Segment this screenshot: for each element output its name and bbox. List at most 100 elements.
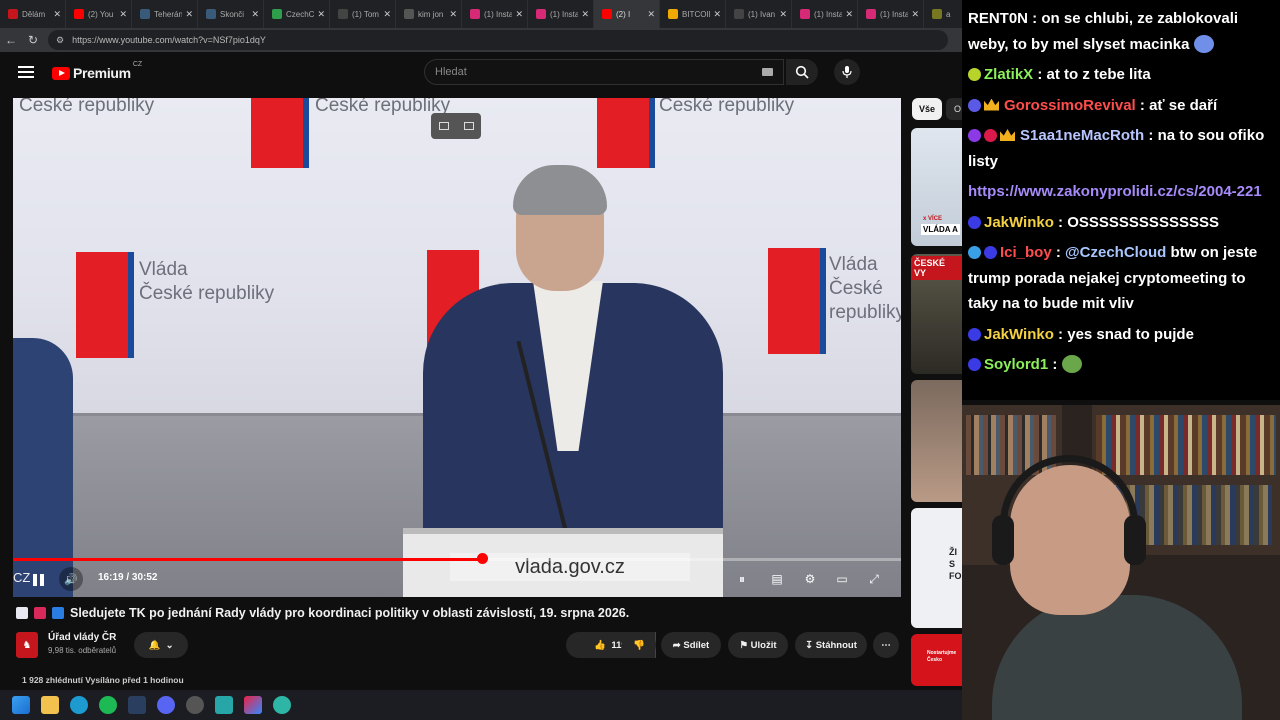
tab-close-icon[interactable]: ✕ bbox=[185, 9, 193, 20]
tab-close-icon[interactable]: ✕ bbox=[383, 9, 391, 20]
theater-mode-icon[interactable]: ▭ bbox=[833, 570, 851, 588]
video-player[interactable]: České republiky České republiky České re… bbox=[13, 98, 901, 597]
browser-tab[interactable]: kim jon ✕ bbox=[396, 0, 462, 28]
menu-icon[interactable] bbox=[18, 66, 34, 78]
browser-tab[interactable]: Dělám ✕ bbox=[0, 0, 66, 28]
tab-close-icon[interactable]: ✕ bbox=[779, 9, 787, 20]
subtitles-icon[interactable]: ▤ bbox=[768, 570, 786, 588]
site-info-icon[interactable]: ⚙ bbox=[56, 35, 64, 46]
tab-close-icon[interactable]: ✕ bbox=[119, 9, 127, 20]
tab-close-icon[interactable]: ✕ bbox=[251, 9, 259, 20]
chat-username[interactable]: JakWinko bbox=[984, 326, 1054, 343]
chat-username[interactable]: Ici_boy bbox=[1000, 244, 1052, 261]
save-button[interactable]: ⚑ Uložit bbox=[728, 632, 788, 658]
windows-start-icon[interactable] bbox=[12, 696, 30, 714]
volume-icon[interactable]: 🔊 bbox=[59, 567, 83, 591]
chat-username[interactable]: ZlatikX bbox=[984, 66, 1033, 83]
keyboard-icon[interactable] bbox=[762, 68, 773, 76]
search-button[interactable] bbox=[786, 59, 818, 85]
tab-favicon-icon bbox=[800, 9, 810, 19]
tab-close-icon[interactable]: ✕ bbox=[845, 9, 853, 20]
related-thumbnail[interactable]: x VÍCE VLÁDA A bbox=[911, 128, 962, 246]
spotify-icon[interactable] bbox=[99, 696, 117, 714]
chat-username[interactable]: GorossimoRevival bbox=[1004, 97, 1136, 114]
browser-tab[interactable]: (1) Tom ✕ bbox=[330, 0, 396, 28]
thumb-text: ČESKÉ VY bbox=[911, 256, 962, 280]
browser-tab[interactable]: BITCOIN✕ bbox=[660, 0, 726, 28]
voice-search-button[interactable] bbox=[834, 59, 860, 85]
tab-close-icon[interactable]: ✕ bbox=[911, 9, 919, 20]
back-icon[interactable]: ← bbox=[0, 33, 22, 47]
chevron-down-icon: ⌄ bbox=[165, 639, 174, 651]
chat-username[interactable]: S1aa1neMacRoth bbox=[1020, 127, 1144, 144]
reload-icon[interactable]: ↻ bbox=[22, 33, 44, 47]
chat-link[interactable]: https://www.zakonyprolidi.cz/cs/2004-221 bbox=[968, 183, 1262, 200]
url-field[interactable]: ⚙ https://www.youtube.com/watch?v=NSf7pi… bbox=[48, 30, 948, 50]
chat-mention[interactable]: @CzechCloud bbox=[1065, 244, 1166, 261]
browser-tab[interactable]: (1) Insta ✕ bbox=[462, 0, 528, 28]
creative-app-icon[interactable] bbox=[244, 696, 262, 714]
youtube-logo[interactable]: Premium CZ bbox=[52, 61, 142, 81]
notepad-icon[interactable] bbox=[215, 696, 233, 714]
tab-title: (1) Insta bbox=[814, 9, 843, 19]
download-button[interactable]: ↧ Stáhnout bbox=[795, 632, 867, 658]
tab-close-icon[interactable]: ✕ bbox=[317, 9, 325, 20]
browser-tab[interactable]: Skonči ✕ bbox=[198, 0, 264, 28]
gov-line1: Vláda bbox=[139, 259, 188, 280]
related-thumbnail[interactable]: ČESKÉ VY bbox=[911, 254, 962, 374]
tab-title: BITCOIN bbox=[682, 9, 710, 19]
browser-tab[interactable]: Teherán ✕ bbox=[132, 0, 198, 28]
steam-icon[interactable] bbox=[128, 696, 146, 714]
browser-tab[interactable]: a✕ bbox=[924, 0, 962, 28]
time-display: 16:19 / 30:52 bbox=[98, 572, 158, 583]
tab-close-icon[interactable]: ✕ bbox=[53, 9, 61, 20]
tab-close-icon[interactable]: ✕ bbox=[647, 9, 655, 20]
chat-username[interactable]: JakWinko bbox=[984, 214, 1054, 231]
chip-all[interactable]: Vše bbox=[912, 98, 942, 120]
overlay-buttons[interactable] bbox=[431, 113, 481, 139]
browser-tab[interactable]: (2) I ✕ bbox=[594, 0, 660, 28]
tab-favicon-icon bbox=[8, 9, 18, 19]
chip-next[interactable]: O bbox=[946, 98, 962, 120]
dislike-button[interactable]: 👎 bbox=[622, 632, 656, 658]
share-button[interactable]: ➦ Sdílet bbox=[661, 632, 721, 658]
thumbs-down-icon: 👎 bbox=[633, 639, 645, 651]
search-input[interactable]: Hledat bbox=[424, 59, 784, 85]
miniplayer-icon[interactable] bbox=[438, 122, 449, 130]
autoplay-toggle-icon[interactable]: ⏸ bbox=[733, 570, 751, 588]
globe-icon[interactable] bbox=[273, 696, 291, 714]
related-thumbnail[interactable] bbox=[911, 380, 962, 502]
chat-username[interactable]: RENT0N bbox=[968, 10, 1028, 27]
related-thumbnail[interactable]: Nostartujme Česko bbox=[911, 634, 962, 686]
browser-tab[interactable]: (1) Ivan ✕ bbox=[726, 0, 792, 28]
tab-close-icon[interactable]: ✕ bbox=[713, 9, 721, 20]
pause-icon[interactable] bbox=[29, 570, 49, 590]
notification-bell-button[interactable]: 🔔 ⌄ bbox=[134, 632, 188, 658]
browser-tab[interactable]: (1) Insta ✕ bbox=[792, 0, 858, 28]
fullscreen-icon[interactable]: ⤢ bbox=[865, 570, 883, 588]
tab-close-icon[interactable]: ✕ bbox=[515, 9, 523, 20]
browser-tab[interactable]: (1) Insta ✕ bbox=[528, 0, 594, 28]
edge-browser-icon[interactable] bbox=[70, 696, 88, 714]
related-thumbnail[interactable]: ŽI S FO bbox=[911, 508, 962, 628]
youtube-header: Premium CZ Hledat bbox=[0, 52, 962, 96]
app-icon[interactable] bbox=[186, 696, 204, 714]
progress-bar[interactable] bbox=[13, 558, 901, 561]
tab-close-icon[interactable]: ✕ bbox=[581, 9, 589, 20]
browser-tab[interactable]: CzechC ✕ bbox=[264, 0, 330, 28]
settings-icon[interactable]: ⚙ bbox=[801, 570, 819, 588]
view-count: 1 928 zhlédnutí Vysíláno před 1 hodinou bbox=[22, 675, 184, 685]
gov-flag-stripe bbox=[649, 98, 655, 168]
channel-avatar[interactable]: ♞ bbox=[16, 632, 38, 658]
channel-name[interactable]: Úřad vlády ČR bbox=[48, 632, 116, 643]
scrubber-handle[interactable] bbox=[476, 553, 488, 564]
cast-icon[interactable] bbox=[463, 122, 474, 130]
file-explorer-icon[interactable] bbox=[41, 696, 59, 714]
gov-flag-stripe bbox=[820, 248, 826, 354]
browser-tab[interactable]: (1) Insta ✕ bbox=[858, 0, 924, 28]
more-actions-button[interactable]: ⋯ bbox=[873, 632, 899, 658]
browser-tab[interactable]: (2) You ✕ bbox=[66, 0, 132, 28]
discord-icon[interactable] bbox=[157, 696, 175, 714]
tab-close-icon[interactable]: ✕ bbox=[449, 9, 457, 20]
chat-username[interactable]: Soylord1 bbox=[984, 356, 1048, 373]
